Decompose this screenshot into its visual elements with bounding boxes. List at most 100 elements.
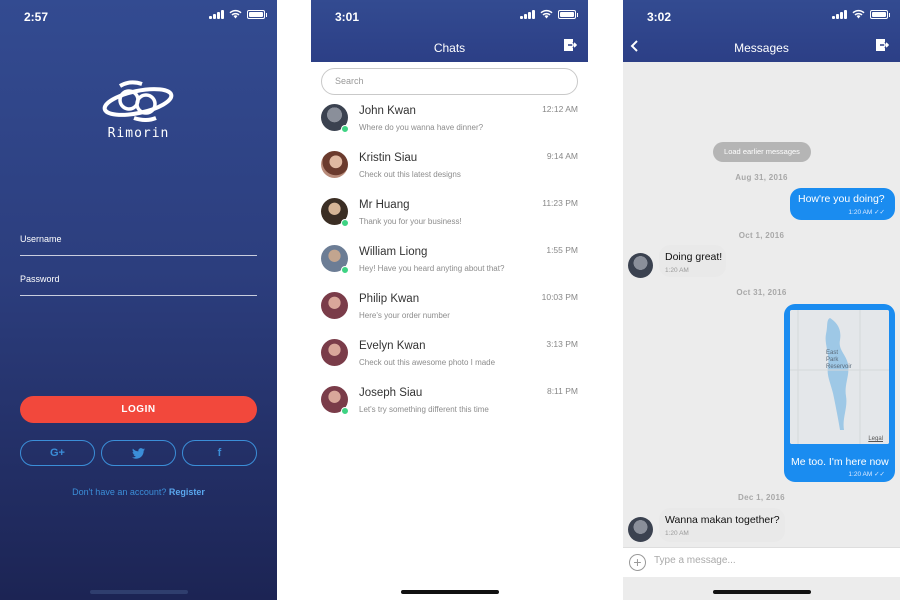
date-separator: Dec 1, 2016 bbox=[738, 493, 785, 502]
date-separator: Oct 1, 2016 bbox=[738, 231, 785, 240]
facebook-icon: f bbox=[217, 447, 222, 459]
login-screen: 2:57 Rimorin Username Password LOGIN G+ … bbox=[0, 0, 277, 600]
username-field[interactable]: Username bbox=[20, 232, 257, 256]
google-login-button[interactable]: G+ bbox=[20, 440, 95, 466]
password-label: Password bbox=[20, 274, 60, 284]
chat-preview: Check out this latest designs bbox=[359, 170, 461, 179]
register-prompt: Don't have an account? Register bbox=[0, 487, 277, 497]
chat-time: 11:23 PM bbox=[542, 198, 578, 208]
chat-time: 3:13 PM bbox=[546, 339, 578, 349]
chat-item-john-kwan[interactable]: John Kwan Where do you wanna have dinner… bbox=[321, 104, 578, 151]
chat-preview: Thank you for your business! bbox=[359, 217, 462, 226]
logout-icon[interactable] bbox=[875, 38, 889, 52]
home-indicator bbox=[400, 590, 499, 594]
chat-item-william-liong[interactable]: William Liong Hey! Have you heard anytin… bbox=[321, 245, 578, 292]
message-text: Wanna makan together? bbox=[665, 514, 780, 526]
status-time: 3:02 bbox=[647, 10, 672, 24]
avatar bbox=[321, 292, 348, 319]
chat-name: Mr Huang bbox=[359, 199, 410, 211]
username-label: Username bbox=[20, 234, 62, 244]
status-icons bbox=[209, 9, 267, 19]
chats-screen: 3:01 Chats Search John Kwan Where do you… bbox=[311, 0, 588, 600]
battery-icon bbox=[870, 9, 890, 19]
brand-name: Rimorin bbox=[107, 126, 170, 141]
search-input[interactable]: Search bbox=[321, 68, 578, 95]
read-check-icon: ✓✓ bbox=[874, 471, 885, 478]
message-time: 1:20 AM bbox=[665, 530, 689, 537]
rimorin-logo-icon bbox=[102, 80, 174, 122]
google-plus-icon: G+ bbox=[50, 447, 65, 459]
status-bar: 3:01 bbox=[311, 0, 588, 30]
read-check-icon: ✓✓ bbox=[874, 209, 885, 216]
chat-name: Evelyn Kwan bbox=[359, 340, 426, 352]
map-legal-link[interactable]: Legal bbox=[868, 436, 883, 442]
chats-navbar: 3:01 Chats bbox=[311, 0, 588, 62]
message-time: 1:20 AM bbox=[665, 267, 689, 274]
bottom-safe-area bbox=[623, 577, 900, 600]
chat-time: 1:55 PM bbox=[546, 245, 578, 255]
message-meta: 1:20 AM ✓✓ bbox=[848, 470, 885, 478]
avatar bbox=[628, 253, 653, 278]
chat-preview: Here's your order number bbox=[359, 311, 450, 320]
battery-icon bbox=[558, 9, 578, 19]
chat-preview: Where do you wanna have dinner? bbox=[359, 123, 484, 132]
wifi-icon bbox=[540, 9, 553, 19]
message-input[interactable]: Type a message... bbox=[654, 555, 736, 566]
online-indicator bbox=[341, 219, 349, 227]
add-attachment-icon[interactable]: + bbox=[629, 554, 646, 571]
chat-name: Joseph Siau bbox=[359, 387, 423, 399]
chat-item-joseph-siau[interactable]: Joseph Siau Let's try something differen… bbox=[321, 386, 578, 433]
status-time: 3:01 bbox=[335, 10, 360, 24]
message-text: Me too. I'm here now bbox=[791, 456, 889, 468]
battery-icon bbox=[247, 9, 267, 19]
message-text: How're you doing? bbox=[798, 193, 885, 205]
message-incoming: Wanna makan together? 1:20 AM bbox=[659, 508, 785, 542]
logout-icon[interactable] bbox=[563, 38, 577, 52]
chat-time: 8:11 PM bbox=[546, 386, 578, 396]
chat-preview: Let's try something different this time bbox=[359, 405, 489, 414]
chat-item-philip-kwan[interactable]: Philip Kwan Here's your order number 10:… bbox=[321, 292, 578, 339]
message-time: 1:20 AM bbox=[848, 471, 873, 478]
chat-item-kristin-siau[interactable]: Kristin Siau Check out this latest desig… bbox=[321, 151, 578, 198]
chat-item-mr-huang[interactable]: Mr Huang Thank you for your business! 11… bbox=[321, 198, 578, 245]
message-composer: + Type a message... bbox=[623, 547, 900, 577]
message-outgoing-location: East Park Reservoir Legal Me too. I'm he… bbox=[784, 304, 895, 482]
password-field[interactable]: Password bbox=[20, 272, 257, 296]
message-incoming: Doing great! 1:20 AM bbox=[659, 245, 726, 277]
online-indicator bbox=[341, 125, 349, 133]
chat-preview: Check out this awesome photo I made bbox=[359, 358, 496, 367]
status-icons bbox=[832, 9, 890, 19]
online-indicator bbox=[341, 266, 349, 274]
twitter-login-button[interactable] bbox=[101, 440, 176, 466]
messages-screen: 3:02 Messages Load earlier messages Aug … bbox=[623, 0, 900, 600]
load-earlier-button[interactable]: Load earlier messages bbox=[713, 142, 811, 162]
avatar bbox=[321, 151, 348, 178]
message-meta: 1:20 AM ✓✓ bbox=[848, 208, 885, 216]
twitter-icon bbox=[132, 447, 145, 459]
messages-navbar: 3:02 Messages bbox=[623, 0, 900, 62]
chat-item-evelyn-kwan[interactable]: Evelyn Kwan Check out this awesome photo… bbox=[321, 339, 578, 386]
status-icons bbox=[520, 9, 578, 19]
register-question: Don't have an account? bbox=[72, 487, 167, 497]
avatar bbox=[321, 339, 348, 366]
signal-icon bbox=[209, 9, 224, 19]
date-separator: Oct 31, 2016 bbox=[736, 288, 787, 297]
page-title: Messages bbox=[734, 41, 789, 55]
signal-icon bbox=[520, 9, 535, 19]
chat-name: William Liong bbox=[359, 246, 428, 258]
message-text: Doing great! bbox=[665, 251, 723, 263]
chat-preview: Hey! Have you heard anyting about that? bbox=[359, 264, 505, 273]
status-bar: 2:57 bbox=[0, 0, 277, 30]
login-button[interactable]: LOGIN bbox=[20, 396, 257, 423]
chat-time: 12:12 AM bbox=[542, 104, 578, 114]
register-link[interactable]: Register bbox=[169, 487, 205, 497]
avatar bbox=[628, 517, 653, 542]
chat-time: 10:03 PM bbox=[541, 292, 578, 302]
signal-icon bbox=[832, 9, 847, 19]
date-separator: Aug 31, 2016 bbox=[735, 173, 788, 182]
online-indicator bbox=[341, 407, 349, 415]
facebook-login-button[interactable]: f bbox=[182, 440, 257, 466]
chat-time: 9:14 AM bbox=[546, 151, 578, 161]
map-lake-image bbox=[790, 310, 889, 444]
map-preview[interactable]: East Park Reservoir Legal bbox=[790, 310, 889, 444]
